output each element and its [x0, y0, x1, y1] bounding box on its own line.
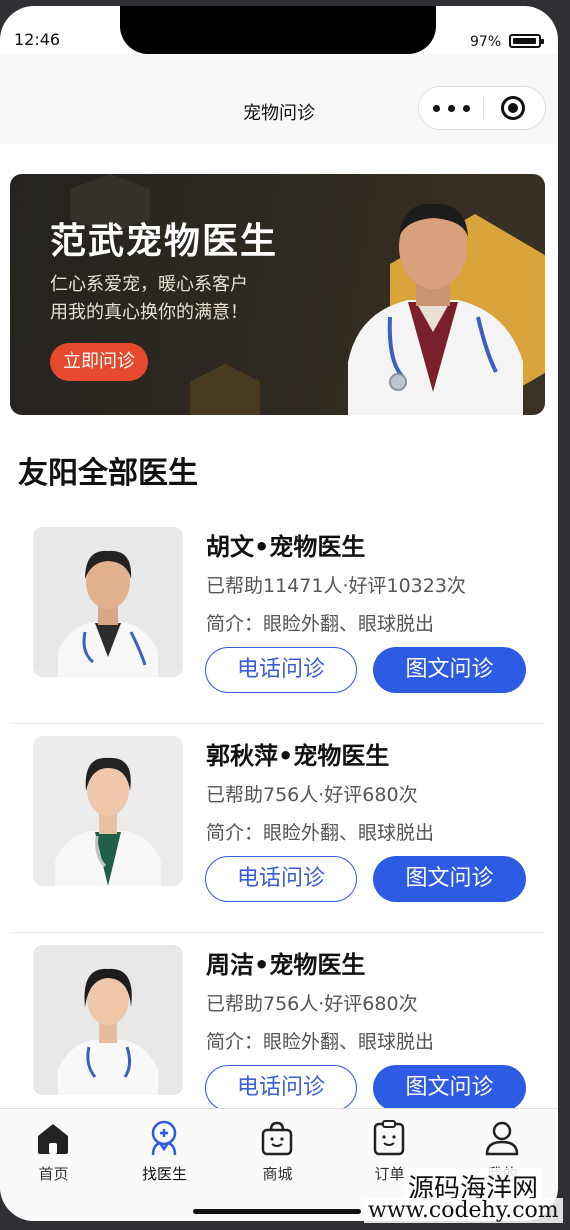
text-consult-button[interactable]: 图文问诊 [373, 1065, 526, 1111]
tab-label: 找医生 [141, 1165, 187, 1183]
doctor-name: 胡文•宠物医生 [206, 533, 366, 561]
navbar: 宠物问诊 [0, 54, 558, 144]
tab-label: 首页 [38, 1165, 69, 1183]
more-dots-icon[interactable] [433, 97, 477, 119]
doctor-icon [151, 1120, 177, 1156]
banner-slogan-2: 用我的真心换你的满意！ [50, 302, 248, 323]
notch [120, 6, 436, 54]
text-consult-button[interactable]: 图文问诊 [373, 647, 526, 693]
battery-icon [509, 34, 544, 48]
shop-bag-icon [261, 1121, 293, 1156]
banner-title: 范武宠物医生 [50, 221, 279, 262]
home-indicator [193, 1209, 361, 1214]
watermark-url: www.codehy.com [364, 1198, 563, 1223]
home-icon [38, 1124, 68, 1154]
promo-banner[interactable]: 范武宠物医生 仁心系爱宠，暖心系客户 用我的真心换你的满意！ 立即问诊 [10, 174, 545, 415]
doctor-stats: 已帮助756人·好评680次 [206, 993, 418, 1015]
phone-consult-button[interactable]: 电话问诊 [205, 647, 357, 693]
tab-label: 商城 [262, 1165, 293, 1183]
section-title-all-doctors: 友阳全部医生 [18, 456, 198, 491]
tab-home[interactable]: 首页 [0, 1109, 109, 1189]
mini-program-capsule [418, 86, 546, 130]
doctor-intro: 简介：眼睑外翻、眼球脱出 [206, 1031, 435, 1053]
status-time: 12:46 [14, 30, 61, 49]
consult-now-button[interactable]: 立即问诊 [50, 343, 148, 381]
doctor-card[interactable]: 郭秋萍•宠物医生 已帮助756人·好评680次 简介：眼睑外翻、眼球脱出 电话问… [10, 724, 545, 933]
close-target-icon[interactable] [501, 96, 525, 120]
doctor-avatar [33, 736, 183, 886]
text-consult-button[interactable]: 图文问诊 [373, 856, 526, 902]
doctor-intro: 简介：眼睑外翻、眼球脱出 [206, 822, 435, 844]
doctor-stats: 已帮助11471人·好评10323次 [206, 575, 466, 597]
doctor-name: 周洁•宠物医生 [206, 951, 366, 979]
doctor-avatar [33, 527, 183, 677]
banner-slogan-1: 仁心系爱宠，暖心系客户 [50, 274, 248, 295]
doctor-intro: 简介：眼睑外翻、眼球脱出 [206, 613, 435, 635]
order-clipboard-icon [373, 1120, 405, 1156]
tab-find-doctor[interactable]: 找医生 [109, 1109, 220, 1189]
phone-consult-button[interactable]: 电话问诊 [205, 1065, 357, 1111]
user-icon [485, 1121, 519, 1156]
doctor-card[interactable]: 胡文•宠物医生 已帮助11471人·好评10323次 简介：眼睑外翻、眼球脱出 … [10, 515, 545, 724]
doctor-stats: 已帮助756人·好评680次 [206, 784, 418, 806]
battery-percent: 97% [470, 34, 502, 50]
tab-shop[interactable]: 商城 [222, 1109, 333, 1189]
phone-screen: 12:46 97% 宠物问诊 范武宠物医生 仁心系爱宠，暖心系客户 用我的真心换… [0, 6, 558, 1221]
banner-doctor-photo [348, 203, 523, 415]
phone-consult-button[interactable]: 电话问诊 [205, 856, 357, 902]
doctor-avatar [33, 945, 183, 1095]
doctor-name: 郭秋萍•宠物医生 [206, 742, 390, 770]
